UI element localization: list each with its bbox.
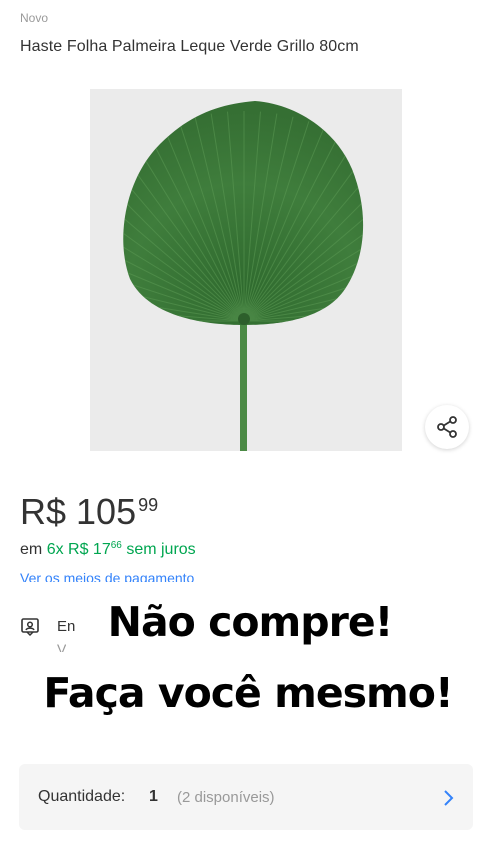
installments-suffix: sem juros [126, 541, 196, 558]
overlay-caption-line2: Faça você mesmo! [43, 669, 453, 717]
price-currency: R$ [20, 491, 67, 532]
overlay-caption-line1: Não compre! [107, 598, 394, 646]
share-icon [437, 416, 457, 438]
installments-count: 6x R$ 17 [46, 541, 111, 558]
share-button[interactable] [425, 405, 469, 449]
installments-amount: 6x R$ 1766 [46, 540, 122, 558]
item-condition: Novo [20, 11, 49, 25]
price-integer: 105 [76, 491, 137, 532]
installments: em 6x R$ 1766 sem juros [20, 540, 196, 559]
leaf-stem [240, 317, 247, 451]
palm-leaf [123, 101, 364, 325]
product-title: Haste Folha Palmeira Leque Verde Grillo … [20, 38, 359, 55]
quantity-selector[interactable]: Quantidade: 1 (2 disponíveis) [19, 764, 473, 830]
quantity-value: 1 [149, 788, 158, 805]
price: R$ 105 99 [20, 492, 158, 532]
price-cents: 99 [138, 495, 159, 515]
product-image[interactable] [90, 89, 402, 451]
leaf-base [238, 313, 250, 325]
installments-prefix: em [20, 541, 43, 558]
payment-methods-link[interactable]: Ver os meios de pagamento [20, 570, 194, 582]
palm-leaf-illustration [123, 101, 364, 451]
installments-cents: 66 [110, 540, 122, 551]
chevron-right-icon [438, 788, 458, 813]
quantity-available: (2 disponíveis) [177, 789, 275, 806]
quantity-label: Quantidade: [38, 788, 126, 805]
